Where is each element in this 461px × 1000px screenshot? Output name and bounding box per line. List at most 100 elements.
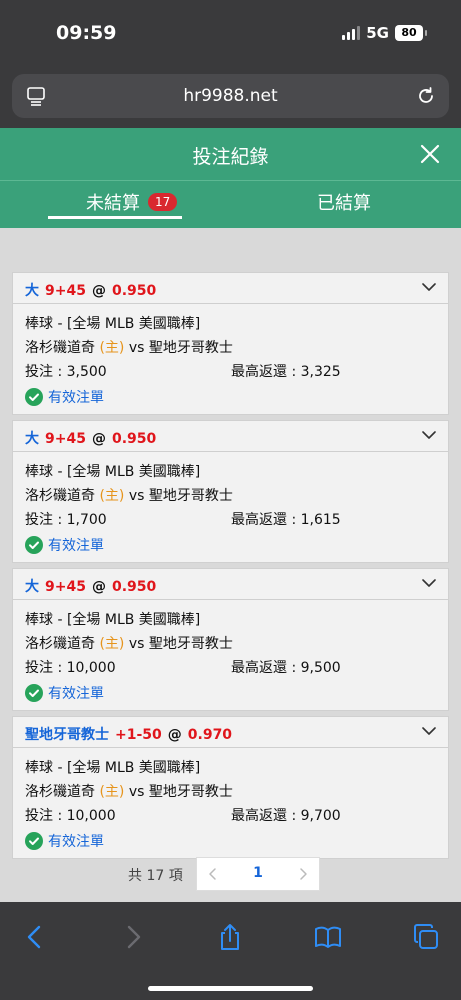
bet-sport: 棒球 - [全場 MLB 美國職棒] xyxy=(25,464,201,480)
stake-row: 投注 : 10,000 最高返還 : 9,500 xyxy=(25,657,438,681)
reload-icon[interactable] xyxy=(415,85,437,107)
chevron-down-icon[interactable] xyxy=(422,430,436,440)
bet-list: 大 9+45 @0.950 棒球 - [全場 MLB 美國職棒] 洛杉磯道奇 (主)… xyxy=(12,272,449,864)
browser-toolbar xyxy=(0,902,461,1000)
status-label: 有效注單 xyxy=(48,834,104,850)
bet-card-body: 棒球 - [全場 MLB 美國職棒] 洛杉磯道奇 (主) vs 聖地牙哥教士 投… xyxy=(25,461,438,557)
home-tag: (主) xyxy=(99,488,125,504)
count-badge: 17 xyxy=(148,193,178,211)
bet-line: 9+45 xyxy=(45,431,86,447)
bet-line: +1-50 xyxy=(115,727,162,743)
bet-list-area[interactable]: 大 9+45 @0.950 棒球 - [全場 MLB 美國職棒] 洛杉磯道奇 (主)… xyxy=(0,228,461,902)
check-circle-icon xyxy=(25,388,43,406)
tabs-icon[interactable] xyxy=(411,922,441,952)
tab-bar: 未結算 17 已結算 xyxy=(0,180,461,228)
bet-max-payout: 最高返還 : 9,500 xyxy=(231,660,341,676)
bet-card-header[interactable]: 大 9+45 @0.950 xyxy=(13,569,448,600)
bet-odds: 0.950 xyxy=(111,283,157,299)
bet-line: 9+45 xyxy=(45,283,86,299)
status-bar: 09:59 5G 80 xyxy=(0,0,461,64)
check-circle-icon xyxy=(25,536,43,554)
page-title: 投注紀錄 xyxy=(192,146,269,168)
bet-odds: 0.950 xyxy=(111,579,157,595)
home-team: 洛杉磯道奇 xyxy=(25,488,95,504)
back-icon[interactable] xyxy=(20,922,50,952)
total-count: 共 17 項 xyxy=(128,868,183,884)
bet-card[interactable]: 大 9+45 @0.950 棒球 - [全場 MLB 美國職棒] 洛杉磯道奇 (主)… xyxy=(12,272,449,415)
bet-card-body: 棒球 - [全場 MLB 美國職棒] 洛杉磯道奇 (主) vs 聖地牙哥教士 投… xyxy=(25,609,438,705)
signal-icon xyxy=(342,26,361,40)
bet-stake: 投注 : 1,700 xyxy=(25,512,107,528)
network-label: 5G xyxy=(366,24,389,42)
chevron-down-icon[interactable] xyxy=(422,282,436,292)
status-indicators: 5G 80 xyxy=(342,24,427,42)
bet-selection: 大 xyxy=(25,283,39,299)
bet-card[interactable]: 聖地牙哥教士 +1-50 @0.970 棒球 - [全場 MLB 美國職棒] 洛杉磯… xyxy=(12,716,449,859)
chevron-down-icon[interactable] xyxy=(422,726,436,736)
home-tag: (主) xyxy=(99,340,125,356)
away-team: 聖地牙哥教士 xyxy=(148,784,233,800)
bet-selection: 聖地牙哥教士 xyxy=(25,727,109,743)
status-label: 有效注單 xyxy=(48,390,104,406)
bet-card[interactable]: 大 9+45 @0.950 棒球 - [全場 MLB 美國職棒] 洛杉磯道奇 (主)… xyxy=(12,420,449,563)
vs-label: vs xyxy=(128,636,145,652)
bet-card-body: 棒球 - [全場 MLB 美國職棒] 洛杉磯道奇 (主) vs 聖地牙哥教士 投… xyxy=(25,313,438,409)
bet-sport: 棒球 - [全場 MLB 美國職棒] xyxy=(25,760,201,776)
home-tag: (主) xyxy=(99,784,125,800)
vs-label: vs xyxy=(128,340,145,356)
stake-row: 投注 : 3,500 最高返還 : 3,325 xyxy=(25,361,438,385)
check-circle-icon xyxy=(25,832,43,850)
forward-icon[interactable] xyxy=(118,922,148,952)
bet-status: 有效注單 xyxy=(25,681,438,705)
bet-status: 有效注單 xyxy=(25,385,438,409)
bet-match: 洛杉磯道奇 (主) vs 聖地牙哥教士 xyxy=(25,633,438,657)
bet-status: 有效注單 xyxy=(25,533,438,557)
bet-selection: 大 xyxy=(25,579,39,595)
home-team: 洛杉磯道奇 xyxy=(25,340,95,356)
bet-max-payout: 最高返還 : 1,615 xyxy=(231,512,341,528)
bet-odds: 0.970 xyxy=(187,727,233,743)
bet-match: 洛杉磯道奇 (主) vs 聖地牙哥教士 xyxy=(25,485,438,509)
chevron-right-icon[interactable] xyxy=(297,866,309,882)
vs-label: vs xyxy=(128,488,145,504)
status-time: 09:59 xyxy=(56,22,117,44)
tab-unsettled[interactable]: 未結算 17 xyxy=(86,189,178,215)
away-team: 聖地牙哥教士 xyxy=(148,636,233,652)
bet-selection: 大 xyxy=(25,431,39,447)
bet-stake: 投注 : 3,500 xyxy=(25,364,107,380)
bet-match: 洛杉磯道奇 (主) vs 聖地牙哥教士 xyxy=(25,781,438,805)
bet-max-payout: 最高返還 : 9,700 xyxy=(231,808,341,824)
away-team: 聖地牙哥教士 xyxy=(148,340,233,356)
home-indicator xyxy=(148,986,313,991)
away-team: 聖地牙哥教士 xyxy=(148,488,233,504)
bet-status: 有效注單 xyxy=(25,829,438,853)
home-team: 洛杉磯道奇 xyxy=(25,784,95,800)
at-sign: @ xyxy=(91,579,106,595)
chevron-down-icon[interactable] xyxy=(422,578,436,588)
stake-row: 投注 : 1,700 最高返還 : 1,615 xyxy=(25,509,438,533)
bet-sport: 棒球 - [全場 MLB 美國職棒] xyxy=(25,316,201,332)
bet-card-header[interactable]: 聖地牙哥教士 +1-50 @0.970 xyxy=(13,717,448,748)
at-sign: @ xyxy=(91,431,106,447)
bet-card-header[interactable]: 大 9+45 @0.950 xyxy=(13,273,448,304)
close-icon[interactable] xyxy=(419,143,441,165)
battery-icon: 80 xyxy=(395,25,427,41)
bet-card[interactable]: 大 9+45 @0.950 棒球 - [全場 MLB 美國職棒] 洛杉磯道奇 (主)… xyxy=(12,568,449,711)
address-bar[interactable]: hr9988.net xyxy=(12,74,449,118)
bookmarks-icon[interactable] xyxy=(313,922,343,952)
bet-match: 洛杉磯道奇 (主) vs 聖地牙哥教士 xyxy=(25,337,438,361)
bet-line: 9+45 xyxy=(45,579,86,595)
pagination: 共 17 項 1 xyxy=(0,856,461,892)
bet-odds: 0.950 xyxy=(111,431,157,447)
home-tag: (主) xyxy=(99,636,125,652)
share-icon[interactable] xyxy=(215,922,245,952)
vs-label: vs xyxy=(128,784,145,800)
at-sign: @ xyxy=(91,283,106,299)
app-header: 投注紀錄 xyxy=(0,128,461,180)
bet-stake: 投注 : 10,000 xyxy=(25,808,116,824)
bet-stake: 投注 : 10,000 xyxy=(25,660,116,676)
bet-card-body: 棒球 - [全場 MLB 美國職棒] 洛杉磯道奇 (主) vs 聖地牙哥教士 投… xyxy=(25,757,438,853)
bet-card-header[interactable]: 大 9+45 @0.950 xyxy=(13,421,448,452)
home-team: 洛杉磯道奇 xyxy=(25,636,95,652)
tab-settled[interactable]: 已結算 xyxy=(317,189,371,215)
